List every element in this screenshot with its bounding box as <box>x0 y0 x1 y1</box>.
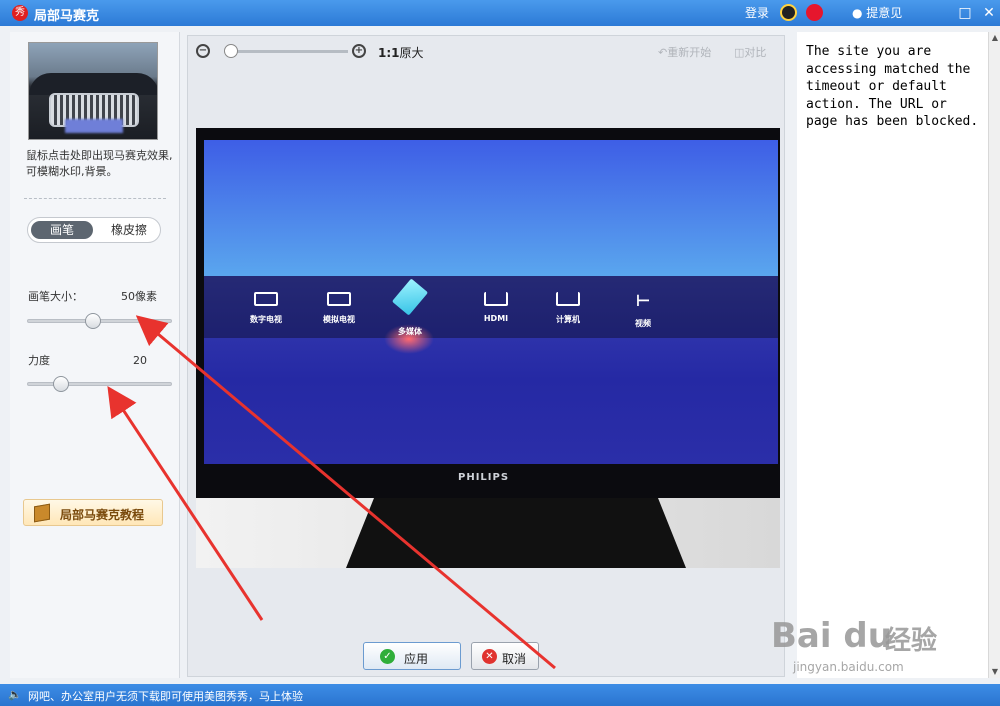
zoom-knob[interactable] <box>224 44 238 58</box>
status-text[interactable]: 网吧、办公室用户无须下载即可使用美图秀秀，马上体验 <box>28 688 303 704</box>
zoom-toolbar: − + 1:1原大 ↶重新开始 ◫对比 <box>196 42 776 62</box>
input-label: 计算机 <box>556 315 580 324</box>
apply-button[interactable]: ✓ 应用 <box>363 642 461 670</box>
app-window: 秀 局部马赛克 登录 ● 提意见 □ ✕ 鼠标点击处即出现马赛克效果,可模糊水印… <box>0 0 1000 706</box>
weibo-icon[interactable] <box>806 4 823 21</box>
edited-photo[interactable]: 数字电视 模拟电视 多媒体 HDMI 计算机 ⊢ 视频 PHILIPS <box>196 128 780 568</box>
brush-size-knob[interactable] <box>85 313 102 329</box>
canvas-area: − + 1:1原大 ↶重新开始 ◫对比 数字电视 模拟电视 多媒体 HDMI 计… <box>187 35 785 677</box>
strength-label: 力度 <box>28 354 50 367</box>
input-label: 数字电视 <box>250 315 282 324</box>
restart-label: 重新开始 <box>667 46 712 59</box>
strength-value: 20 <box>133 354 147 367</box>
preview-thumbnail[interactable] <box>28 42 158 140</box>
zoom-slider[interactable] <box>228 50 348 53</box>
qq-icon[interactable] <box>780 4 797 21</box>
brand-logo: PHILIPS <box>458 472 510 483</box>
compare-label: 对比 <box>744 46 767 59</box>
tab-brush[interactable]: 画笔 <box>31 221 93 239</box>
divider <box>24 198 166 199</box>
vertical-scrollbar[interactable]: ▲ ▼ <box>988 32 1000 678</box>
hdmi-icon <box>484 292 508 306</box>
ratio-label: 原大 <box>399 46 424 60</box>
computer-icon <box>556 292 580 306</box>
strength-slider[interactable] <box>27 382 172 386</box>
zoom-in-icon[interactable]: + <box>352 44 366 58</box>
screen-top-area <box>204 140 778 276</box>
watermark-url: jingyan.baidu.com <box>793 660 904 674</box>
close-icon[interactable]: ✕ <box>980 4 998 22</box>
car-hood <box>29 73 157 95</box>
mosaic-description: 鼠标点击处即出现马赛克效果,可模糊水印,背景。 <box>26 149 173 178</box>
brush-eraser-toggle: 画笔 橡皮擦 <box>27 217 161 243</box>
zoom-out-icon[interactable]: − <box>196 44 210 58</box>
title-bar: 秀 局部马赛克 登录 ● 提意见 □ ✕ <box>0 0 1000 26</box>
restart-button[interactable]: ↶重新开始 <box>658 44 711 60</box>
compare-button[interactable]: ◫对比 <box>734 44 766 60</box>
ratio-value: 1:1 <box>378 46 400 60</box>
brush-size-value: 50像素 <box>121 290 157 303</box>
input-label: HDMI <box>483 314 509 323</box>
status-bar: 🔈 网吧、办公室用户无须下载即可使用美图秀秀，马上体验 <box>0 684 1000 706</box>
strength-knob[interactable] <box>52 376 69 392</box>
x-circle-icon: ✕ <box>482 649 497 664</box>
av-cable-icon: ⊢ <box>635 291 651 310</box>
input-analog-tv: 模拟电视 <box>309 292 369 325</box>
scroll-up-icon[interactable]: ▲ <box>991 34 999 42</box>
check-icon: ✓ <box>380 649 395 664</box>
brush-size-label: 画笔大小： <box>28 290 83 303</box>
app-title: 局部马赛克 <box>34 9 100 24</box>
tutorial-button[interactable]: 局部马赛克教程 <box>23 499 163 526</box>
cancel-button[interactable]: ✕ 取消 <box>471 642 539 670</box>
package-icon <box>34 503 50 523</box>
input-label: 视频 <box>635 319 651 328</box>
app-logo-icon: 秀 <box>12 5 28 21</box>
input-multimedia: 多媒体 <box>380 278 440 337</box>
baidu-watermark: Bai du 经验 jingyan.baidu.com <box>765 600 965 680</box>
cancel-label: 取消 <box>502 652 527 666</box>
login-link[interactable]: 登录 <box>745 4 769 21</box>
web-panel: The site you are accessing matched the t… <box>797 32 988 678</box>
scroll-down-icon[interactable]: ▼ <box>991 668 999 676</box>
feedback-label: 提意见 <box>866 6 903 20</box>
watermark-logo: Bai du <box>771 616 892 656</box>
compare-icon: ◫ <box>734 46 745 59</box>
input-hdmi: HDMI <box>466 292 526 323</box>
input-label: 多媒体 <box>398 327 422 336</box>
monitor-icon <box>327 292 351 306</box>
tutorial-label: 局部马赛克教程 <box>60 508 145 522</box>
monitor-icon <box>254 292 278 306</box>
speaker-icon: 🔈 <box>8 688 22 701</box>
tool-panel: 鼠标点击处即出现马赛克效果,可模糊水印,背景。 画笔 橡皮擦 画笔大小： 50像… <box>10 32 180 678</box>
apply-label: 应用 <box>404 652 429 666</box>
maximize-icon[interactable]: □ <box>956 4 974 22</box>
watermark-text: 经验 <box>885 626 938 656</box>
feedback-link[interactable]: ● 提意见 <box>852 4 902 21</box>
input-label: 模拟电视 <box>323 315 355 324</box>
actual-size-button[interactable]: 1:1原大 <box>378 44 424 61</box>
mosaic-plate <box>65 119 123 133</box>
input-video: ⊢ 视频 <box>613 292 673 329</box>
blocked-message: The site you are accessing matched the t… <box>806 44 979 130</box>
tab-eraser[interactable]: 橡皮擦 <box>98 221 160 239</box>
chat-bubble-icon: ● <box>852 6 867 20</box>
input-computer: 计算机 <box>538 292 598 325</box>
undo-icon: ↶ <box>658 46 668 59</box>
input-digital-tv: 数字电视 <box>236 292 296 325</box>
